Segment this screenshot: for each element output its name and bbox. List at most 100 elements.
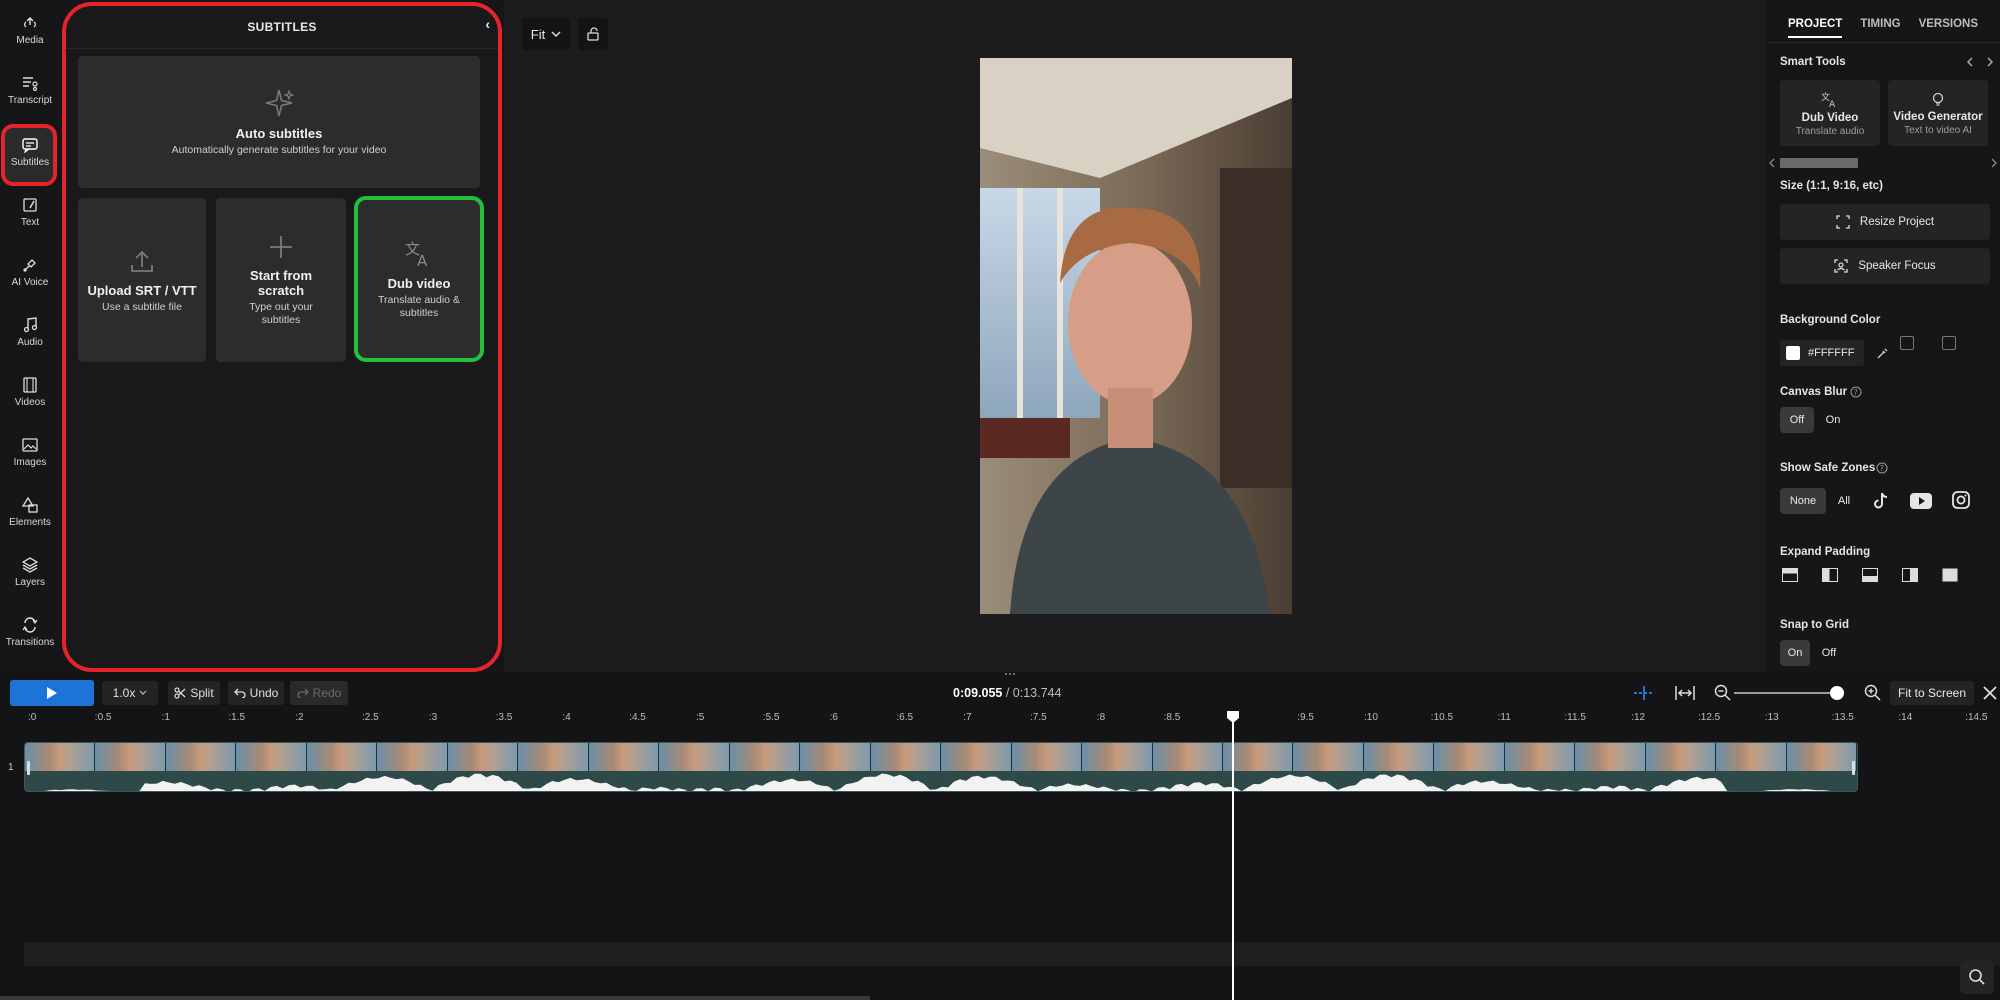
tab-versions[interactable]: VERSIONS [1919,18,1978,38]
nav-item-text[interactable]: Text [0,186,60,238]
tools-scrollbar[interactable] [1780,158,1858,168]
horizontal-scrollbar[interactable] [0,996,870,1000]
split-button[interactable]: Split [168,681,220,705]
nav-item-subtitles[interactable]: Subtitles [0,126,60,178]
upload-srt-title: Upload SRT / VTT [87,283,196,298]
zoom-out-icon[interactable] [1714,684,1732,702]
nav-item-label: Text [21,217,39,228]
fit-track-icon[interactable] [1674,684,1696,702]
padding-top-icon[interactable] [1782,568,1798,582]
tab-project[interactable]: PROJECT [1788,18,1842,38]
auto-subtitles-card[interactable]: Auto subtitles Automatically generate su… [78,56,480,188]
timeline-ruler[interactable]: :0:0.5:1:1.5:2:2.5:3:3.5:4:4.5:5:5.5:6:6… [24,710,2000,728]
nav-item-layers[interactable]: Layers [0,546,60,598]
translate-icon: 文A [403,238,435,268]
nav-item-audio[interactable]: Audio [0,306,60,358]
dub-video-card[interactable]: 文A Dub video Translate audio & subtitles [354,196,484,362]
tab-timing[interactable]: TIMING [1860,18,1900,38]
padding-left-icon[interactable] [1822,568,1838,582]
snap-on[interactable]: On [1780,640,1810,666]
canvas-blur-off[interactable]: Off [1780,407,1814,433]
snap-off[interactable]: Off [1814,640,1844,666]
properties-tabs: PROJECT TIMING VERSIONS [1788,18,1996,38]
ruler-tick: :13.5 [1832,712,1854,723]
help-icon[interactable]: ? [1850,386,1862,398]
resize-project-button[interactable]: Resize Project [1780,204,1990,240]
swatch-pink[interactable] [1963,336,1977,350]
snap-magnet-icon[interactable] [1632,684,1656,702]
timecode: 0:09.055 / 0:13.744 [953,686,1061,700]
play-button[interactable] [10,680,94,706]
chevron-left-icon[interactable] [1964,56,1976,68]
padding-all-icon[interactable] [1942,568,1958,582]
nav-item-media[interactable]: Media [0,4,60,56]
speaker-focus-button[interactable]: Speaker Focus [1780,248,1990,284]
fit-dropdown[interactable]: Fit [522,18,570,50]
swatch-teal[interactable] [1900,356,1914,370]
playhead[interactable] [1232,712,1234,1000]
swatch-white[interactable] [1921,336,1935,350]
clip-trim-handle-right[interactable] [1852,761,1855,775]
auto-subtitles-desc: Automatically generate subtitles for you… [172,144,387,157]
resize-grip-icon[interactable] [1004,672,1016,676]
speaker-focus-icon [1834,259,1848,273]
padding-right-icon[interactable] [1902,568,1918,582]
chevron-right-icon[interactable] [1984,56,1996,68]
swatch-indigo[interactable] [1921,356,1935,370]
video-generator-tool-card[interactable]: Video Generator Text to video AI [1888,80,1988,146]
size-label: Size (1:1, 9:16, etc) [1780,180,1883,192]
bg-color-field[interactable]: #FFFFFF [1780,340,1864,366]
svg-text:?: ? [1880,464,1884,473]
swatch-black[interactable] [1900,336,1914,350]
zoom-in-icon[interactable] [1864,684,1882,702]
safe-zone-all[interactable]: All [1830,488,1858,514]
nav-item-label: Transcript [8,95,52,106]
instagram-icon[interactable] [1952,491,1970,509]
clip-trim-handle-left[interactable] [27,761,30,775]
close-icon[interactable] [1982,685,1998,701]
fit-to-screen-button[interactable]: Fit to Screen [1890,681,1974,705]
redo-button[interactable]: Redo [290,681,348,705]
resize-icon [1836,215,1850,229]
eyedropper-icon[interactable] [1876,346,1890,360]
start-from-scratch-card[interactable]: Start from scratch Type out your subtitl… [216,198,346,362]
total-time: 0:13.744 [1013,686,1062,700]
scroll-right-icon[interactable] [1990,158,1998,168]
upload-srt-card[interactable]: Upload SRT / VTT Use a subtitle file [78,198,206,362]
search-button[interactable] [1960,960,1994,994]
ruler-tick: :3 [429,712,437,723]
swatch-dark[interactable] [1942,336,1956,350]
scroll-left-icon[interactable] [1768,158,1776,168]
tiktok-icon[interactable] [1872,491,1890,511]
nav-item-transcript[interactable]: Transcript [0,64,60,116]
ruler-tick: :6.5 [896,712,913,723]
zoom-slider-track[interactable] [1734,692,1838,694]
undo-icon [234,688,246,698]
youtube-icon[interactable] [1910,493,1932,509]
nav-item-videos[interactable]: Videos [0,366,60,418]
canvas-blur-on[interactable]: On [1818,407,1848,433]
subtitles-panel: SUBTITLES ‹ Auto subtitles Automatically… [62,2,502,672]
sparkle-icon [264,88,294,118]
playhead-handle[interactable] [1226,710,1240,724]
collapse-panel-icon[interactable]: ‹ [485,16,490,32]
undo-button[interactable]: Undo [228,681,284,705]
snap-to-grid-label: Snap to Grid [1780,619,1849,631]
dub-video-tool-card[interactable]: 文A Dub Video Translate audio [1780,80,1880,146]
lock-toggle-button[interactable] [578,18,608,50]
background-color-label: Background Color [1780,314,1880,326]
padding-bottom-icon[interactable] [1862,568,1878,582]
swatch-yellow[interactable] [1942,356,1956,370]
nav-item-transitions[interactable]: Transitions [0,606,60,658]
nav-item-elements[interactable]: Elements [0,486,60,538]
help-icon[interactable]: ? [1876,462,1888,474]
safe-zone-none[interactable]: None [1780,488,1826,514]
video-preview[interactable] [980,58,1292,614]
nav-item-images[interactable]: Images [0,426,60,478]
safe-zones-label: Show Safe Zones [1780,462,1875,474]
video-clip[interactable] [24,742,1858,792]
redo-icon [297,688,309,698]
nav-item-ai-voice[interactable]: AI Voice [0,246,60,298]
zoom-slider-knob[interactable] [1830,686,1844,700]
speed-dropdown[interactable]: 1.0x [102,681,158,705]
